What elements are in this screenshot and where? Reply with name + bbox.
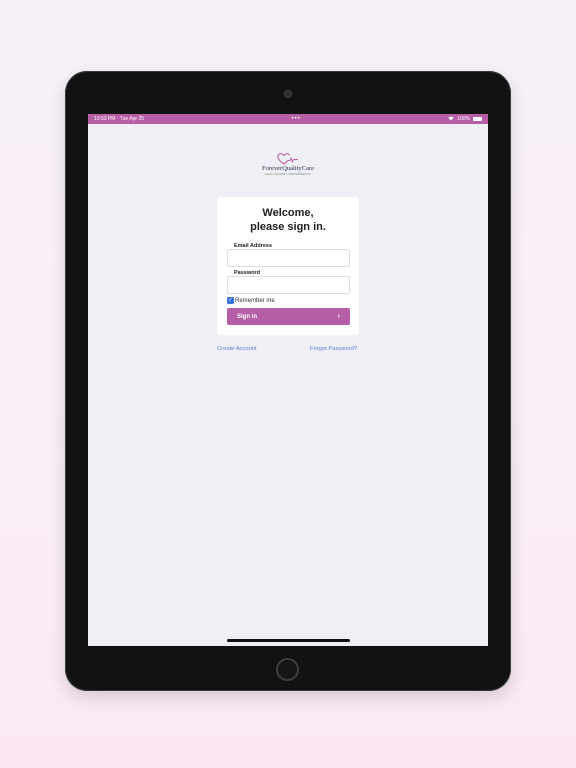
battery-icon — [472, 117, 482, 121]
app-screen: 10:53 PM · Tue Apr 25 ••• 100% ForeverQu… — [88, 114, 488, 646]
password-field[interactable] — [227, 276, 350, 294]
remember-me-row[interactable]: ✓ Remember me — [227, 297, 275, 304]
status-right: 100% — [448, 116, 482, 123]
welcome-line-2: please sign in. — [250, 221, 326, 233]
forgot-password-link[interactable]: Forgot Password? — [310, 346, 357, 352]
status-time: 10:53 PM · Tue Apr 25 — [94, 116, 145, 122]
multitasking-dots-icon: ••• — [291, 116, 301, 122]
heart-pulse-icon — [277, 153, 298, 165]
sign-in-button[interactable]: Sign in › — [227, 308, 350, 325]
create-account-link[interactable]: Create Account — [217, 346, 257, 352]
login-card: Welcome, please sign in. Email Address P… — [217, 197, 359, 335]
status-bar: 10:53 PM · Tue Apr 25 ••• 100% — [88, 114, 488, 124]
welcome-heading: Welcome, please sign in. — [217, 206, 359, 234]
home-indicator — [227, 639, 350, 642]
wifi-icon — [448, 116, 454, 123]
welcome-line-1: Welcome, — [262, 207, 314, 219]
app-logo: ForeverQualityCare HEALTHCARE INDEPENDEN… — [238, 152, 338, 176]
chevron-right-icon: › — [337, 313, 340, 320]
sign-in-label: Sign in — [237, 313, 257, 320]
email-field[interactable] — [227, 249, 350, 267]
battery-percent: 100% — [457, 116, 470, 122]
logo-wordmark: ForeverQualityCare — [262, 165, 314, 172]
remember-me-checkbox[interactable]: ✓ — [227, 297, 234, 304]
camera-icon — [284, 90, 292, 98]
home-button[interactable] — [276, 658, 299, 681]
remember-me-label: Remember me — [235, 297, 275, 304]
logo-tagline: HEALTHCARE INDEPENDENCE — [265, 173, 311, 176]
